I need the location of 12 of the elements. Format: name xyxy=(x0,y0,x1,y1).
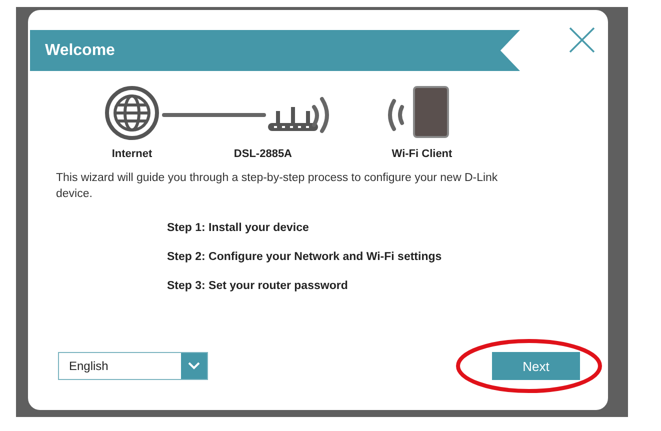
chevron-down-icon xyxy=(188,362,200,370)
globe-icon xyxy=(104,85,160,141)
device-label: Wi-Fi Client xyxy=(392,148,452,160)
language-select[interactable]: English xyxy=(58,352,208,380)
intro-text: This wizard will guide you through a step-by-step process to configure your new D-Link device. xyxy=(56,171,499,202)
dialog-title: Welcome xyxy=(45,42,115,60)
device-label: Internet xyxy=(112,148,152,160)
close-icon[interactable] xyxy=(568,26,596,54)
device-label: DSL-2885A xyxy=(234,148,292,160)
step-text: Step 1: Install your device xyxy=(167,221,310,236)
step-text: Step 3: Set your router password xyxy=(167,279,349,294)
step-text: Step 2: Configure your Network and Wi-Fi settings xyxy=(167,250,443,265)
